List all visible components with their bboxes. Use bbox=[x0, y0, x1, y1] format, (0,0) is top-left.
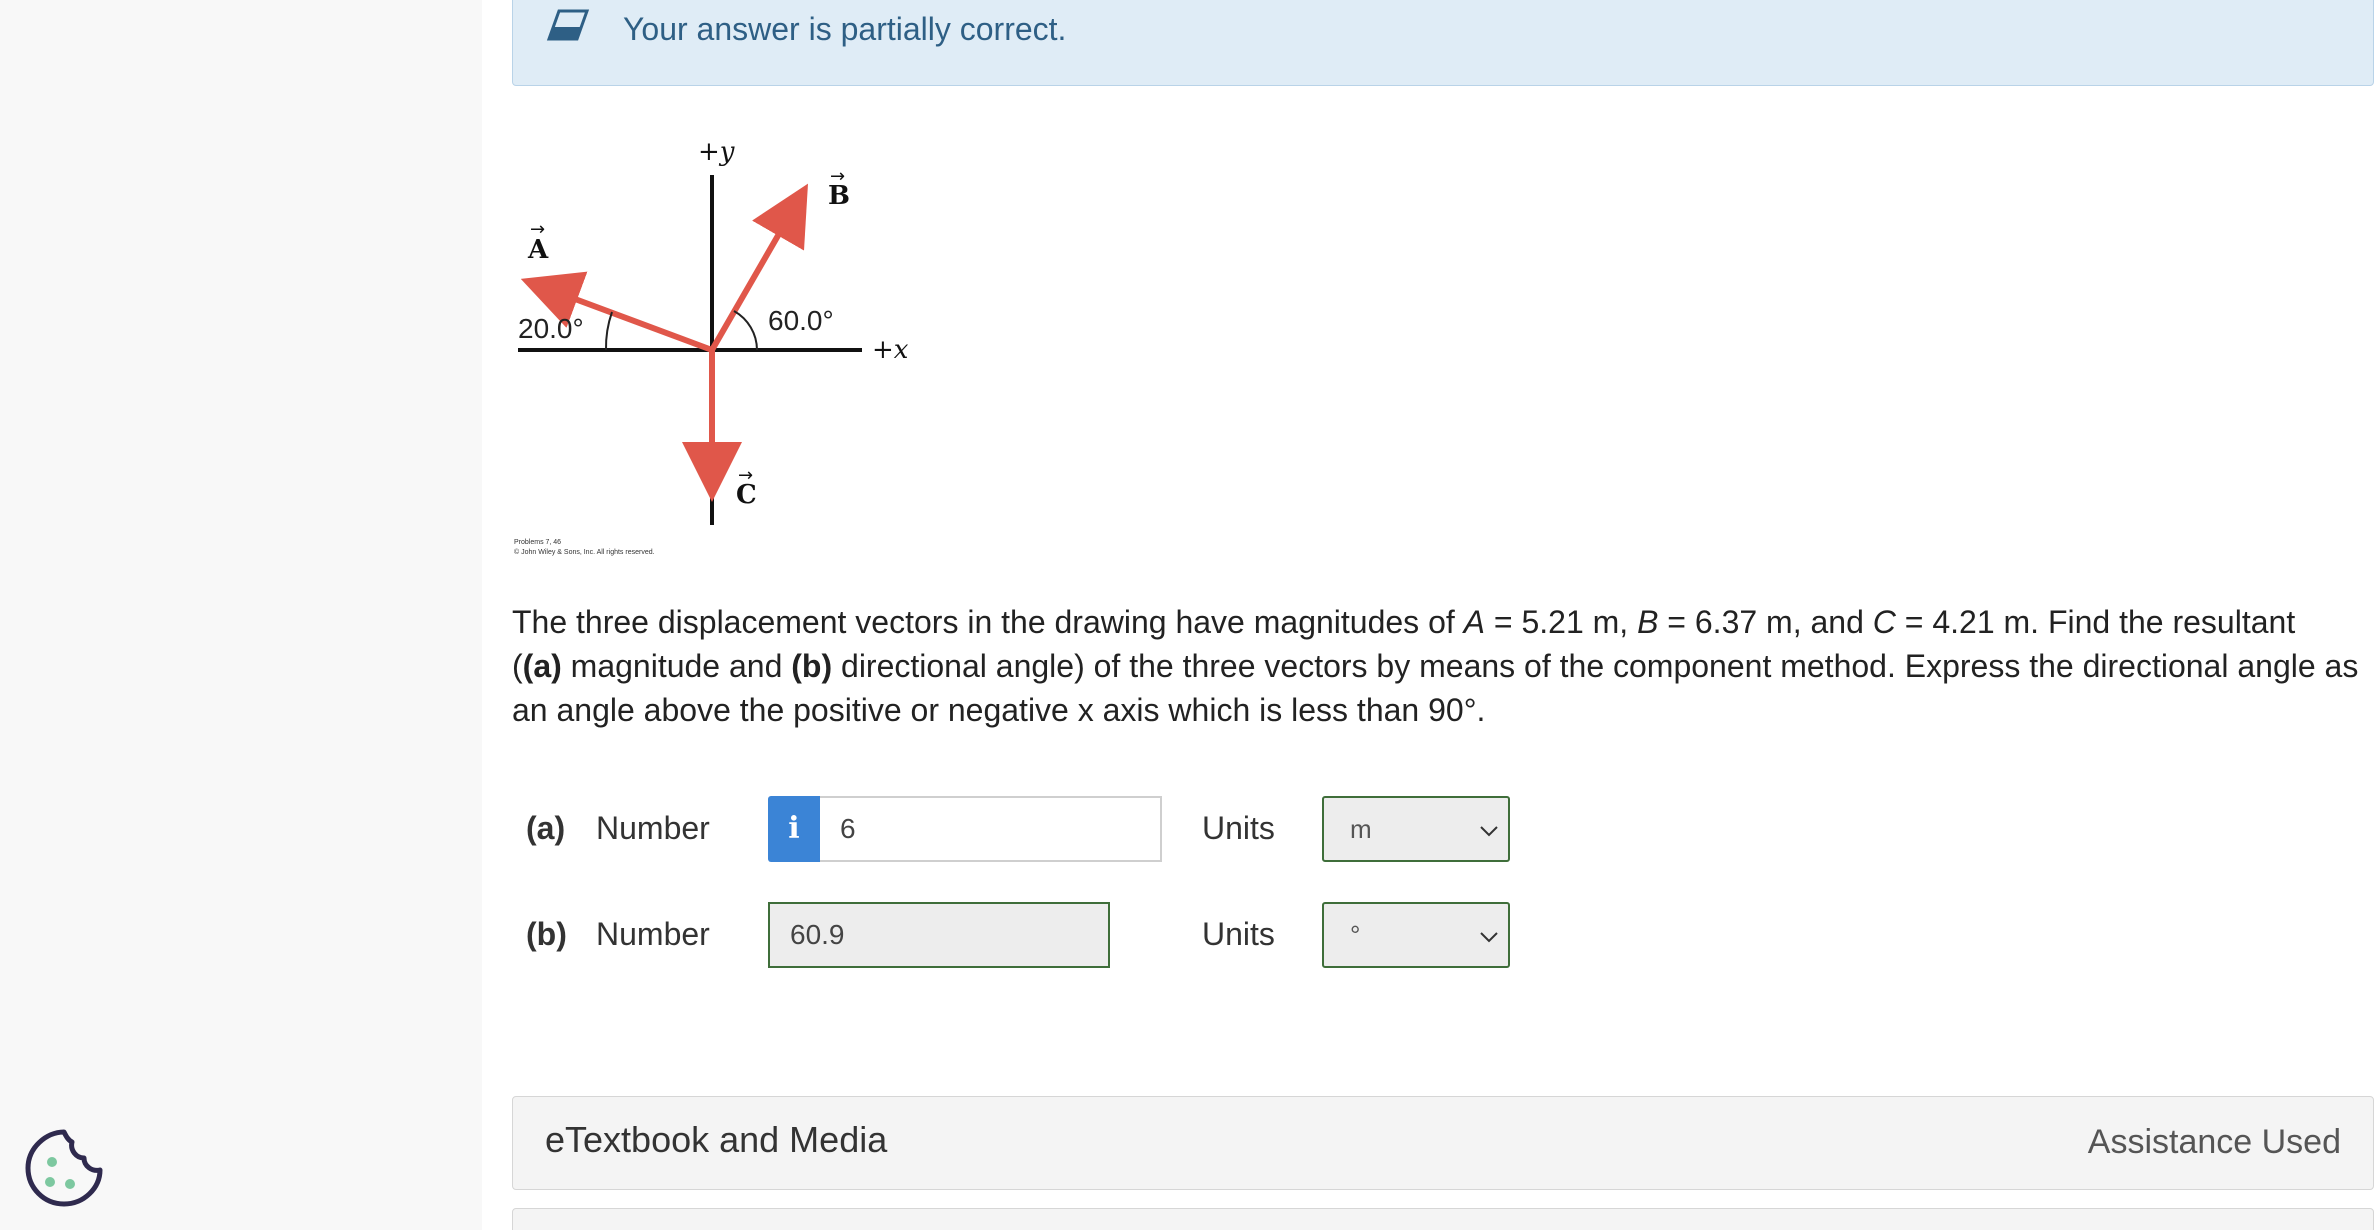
number-label: Number bbox=[596, 810, 710, 846]
vector-b-arrowmark: → bbox=[830, 166, 845, 187]
var-a: A bbox=[1463, 604, 1485, 640]
main-content: Your answer is partially correct. +y +x … bbox=[512, 0, 2378, 1230]
question-text-segment: magnitude and bbox=[561, 648, 792, 684]
question-text-segment: = 4.21 m. Find the resultant bbox=[1895, 604, 2296, 640]
figure-credit-line2: © John Wiley & Sons, Inc. All rights res… bbox=[514, 548, 655, 556]
question-part-a-ref: (a) bbox=[522, 648, 562, 684]
vector-a-arrowmark: → bbox=[530, 219, 545, 240]
angle-a-label: 20.0° bbox=[518, 313, 584, 344]
question-text-segment: The three displacement vectors in the dr… bbox=[512, 604, 1464, 640]
part-a-label: (a) bbox=[526, 810, 566, 846]
cookie-icon[interactable] bbox=[22, 1126, 106, 1210]
eraser-icon bbox=[546, 9, 590, 41]
answer-row-b: (b) Number Units ° bbox=[526, 902, 1726, 968]
chevron-down-icon bbox=[1480, 932, 1498, 943]
var-c: C bbox=[1872, 604, 1896, 640]
figure-credit-line1: Problems 7, 46 bbox=[514, 539, 561, 546]
next-panel bbox=[512, 1208, 2374, 1230]
question-text: The three displacement vectors in the dr… bbox=[512, 600, 2372, 732]
panel-title: eTextbook and Media bbox=[545, 1119, 888, 1160]
number-label: Number bbox=[596, 916, 710, 952]
left-sidebar bbox=[0, 0, 482, 1230]
angle-b-label: 60.0° bbox=[768, 305, 834, 336]
x-axis-label: +x bbox=[872, 335, 909, 365]
units-select-value: ° bbox=[1350, 920, 1361, 950]
question-text-segment: = 5.21 m, bbox=[1484, 604, 1638, 640]
angle-a-arc bbox=[604, 311, 613, 351]
angle-b-arc bbox=[733, 310, 758, 351]
question-text-segment: ( bbox=[512, 648, 523, 684]
question-text-segment: = 6.37 m, and bbox=[1658, 604, 1873, 640]
units-label: Units bbox=[1202, 810, 1275, 846]
etextbook-media-panel[interactable]: eTextbook and Media Assistance Used bbox=[512, 1096, 2374, 1190]
info-icon[interactable]: i bbox=[768, 796, 820, 862]
assistance-status: Assistance Used bbox=[2087, 1123, 2341, 1161]
answer-row-a: (a) Number i Units m bbox=[526, 796, 1726, 862]
units-select-value: m bbox=[1350, 814, 1372, 844]
units-select-a[interactable]: m bbox=[1322, 796, 1510, 862]
answer-b-input[interactable] bbox=[768, 902, 1110, 968]
vector-c-arrowmark: → bbox=[738, 465, 753, 486]
chevron-down-icon bbox=[1480, 826, 1498, 837]
alert-message: Your answer is partially correct. bbox=[623, 11, 1067, 47]
question-part-b-ref: (b) bbox=[791, 648, 833, 684]
partial-correct-alert: Your answer is partially correct. bbox=[512, 0, 2374, 86]
y-axis-label: +y bbox=[698, 137, 735, 167]
units-label: Units bbox=[1202, 916, 1275, 952]
units-select-b[interactable]: ° bbox=[1322, 902, 1510, 968]
answer-a-input[interactable] bbox=[820, 796, 1162, 862]
part-b-label: (b) bbox=[526, 916, 567, 952]
vector-diagram: +y +x A → 20.0° B → 60.0° C → Problems 7… bbox=[514, 137, 909, 556]
var-b: B bbox=[1637, 604, 1659, 640]
